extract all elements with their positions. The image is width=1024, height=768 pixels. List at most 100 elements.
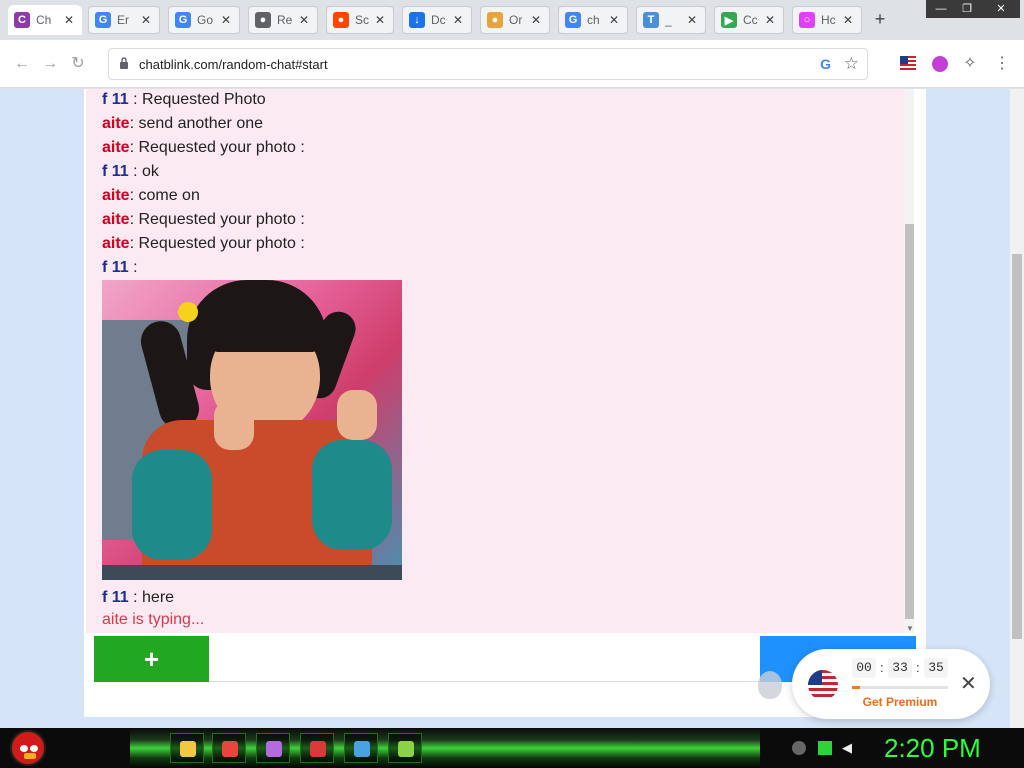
message-sender: f 11 — [102, 259, 129, 276]
shared-photo[interactable] — [102, 280, 402, 580]
media-player-icon — [310, 741, 326, 757]
tab-title: Sc — [355, 13, 370, 27]
browser-tab[interactable]: C Ch ✕ — [8, 5, 82, 35]
google-lens-icon[interactable]: G — [820, 56, 831, 72]
globe-icon: ● — [255, 12, 271, 28]
us-flag-icon — [808, 670, 838, 700]
tray-arrow-icon[interactable] — [792, 741, 806, 755]
chat-scrollbar[interactable]: ▼ — [904, 89, 914, 633]
close-timer-icon[interactable]: ✕ — [960, 671, 977, 696]
timer-minutes: 33 — [888, 658, 912, 678]
timer-seconds: 35 — [924, 658, 948, 678]
close-tab-icon[interactable]: ✕ — [297, 13, 311, 27]
message-text: Requested your photo : — [138, 139, 305, 156]
extensions-puzzle-icon[interactable]: ✧ — [962, 56, 978, 72]
close-window-button[interactable]: ✕ — [982, 0, 1020, 18]
maximize-button[interactable]: ❐ — [952, 0, 982, 18]
taskbar-app-button[interactable] — [344, 733, 378, 763]
close-tab-icon[interactable]: ✕ — [62, 13, 76, 27]
browser-tab[interactable]: G Go ✕ — [168, 6, 240, 34]
page-scrollbar-thumb[interactable] — [1012, 254, 1022, 639]
chat-message: aite: send another one — [102, 113, 263, 135]
address-bar[interactable]: chatblink.com/random-chat#start G ☆ — [108, 48, 868, 80]
close-tab-icon[interactable]: ✕ — [139, 13, 153, 27]
message-text: here — [142, 589, 175, 606]
taskbar-app-button[interactable] — [388, 733, 422, 763]
add-media-button[interactable]: + — [94, 636, 209, 682]
google-icon: G — [95, 12, 111, 28]
browser-tab[interactable]: ● Re ✕ — [248, 6, 318, 34]
chat-message: aite: Requested your photo : — [102, 233, 305, 255]
taskbar-app-button[interactable] — [170, 733, 204, 763]
close-tab-icon[interactable]: ✕ — [529, 13, 543, 27]
message-text: ok — [142, 163, 159, 180]
chat-message: aite: Requested your photo : — [102, 209, 305, 231]
us-flag-extension-icon[interactable] — [900, 56, 916, 72]
chat-message: f 11 : Requested Photo — [102, 89, 266, 111]
chat-message: aite: come on — [102, 185, 200, 207]
chat-message: f 11 : — [102, 257, 138, 279]
reload-button[interactable]: ↻ — [68, 54, 88, 74]
tray-battery-icon[interactable] — [818, 741, 832, 755]
start-button[interactable] — [10, 730, 46, 766]
close-tab-icon[interactable]: ✕ — [219, 13, 233, 27]
browser-tab[interactable]: G Er ✕ — [88, 6, 160, 34]
message-text: send another one — [138, 115, 264, 132]
browser-tab[interactable]: T _ ✕ — [636, 6, 706, 34]
chat-container: f 11 : Requested Photo aite: send another… — [84, 89, 926, 717]
forward-button[interactable]: → — [40, 54, 60, 74]
hot-flame-icon[interactable] — [758, 671, 782, 699]
new-tab-button[interactable]: + — [870, 9, 890, 29]
message-separator: : — [128, 589, 143, 606]
taskbar-clock[interactable]: 2:20 PM — [884, 733, 981, 764]
get-premium-link[interactable]: Get Premium — [852, 695, 948, 709]
scroll-down-arrow-icon[interactable]: ▼ — [906, 624, 914, 633]
back-button[interactable]: ← — [12, 54, 32, 74]
chrome-icon: ● — [487, 12, 503, 28]
tor-browser-icon — [266, 741, 282, 757]
message-sender: f 11 — [102, 589, 129, 606]
browser-tab[interactable]: Gch ✕ — [558, 6, 628, 34]
translate-icon: T — [643, 12, 659, 28]
chat-scrollbar-thumb[interactable] — [905, 224, 914, 619]
url-text: chatblink.com/random-chat#start — [139, 57, 328, 72]
folder-sync-icon — [398, 741, 414, 757]
chat-message: aite: Requested your photo : — [102, 137, 305, 159]
tab-title: Or — [509, 13, 523, 27]
browser-tab[interactable]: ○ Hc ✕ — [792, 6, 862, 34]
page-viewport: f 11 : Requested Photo aite: send another… — [0, 89, 1024, 729]
tab-title: Go — [197, 13, 213, 27]
chatblink-icon: C — [14, 12, 30, 28]
message-input[interactable] — [209, 636, 760, 682]
taskbar-app-button[interactable] — [212, 733, 246, 763]
close-tab-icon[interactable]: ✕ — [451, 13, 465, 27]
taskbar-app-button[interactable] — [300, 733, 334, 763]
close-tab-icon[interactable]: ✕ — [373, 13, 387, 27]
close-tab-icon[interactable]: ✕ — [607, 13, 621, 27]
bookmark-star-icon[interactable]: ☆ — [844, 54, 859, 74]
browser-menu-icon[interactable]: ⋮ — [994, 56, 1010, 72]
file-explorer-icon — [180, 741, 196, 757]
google-icon: G — [565, 12, 581, 28]
typing-indicator: aite is typing... — [102, 611, 205, 628]
screenshot-tool-icon — [354, 741, 370, 757]
browser-tab[interactable]: ● Or ✕ — [480, 6, 550, 34]
tab-title: Re — [277, 13, 293, 27]
browser-tab[interactable]: ● Sc ✕ — [326, 6, 394, 34]
message-text: come on — [138, 187, 200, 204]
tab-title: Hc — [821, 13, 836, 27]
close-tab-icon[interactable]: ✕ — [841, 13, 855, 27]
message-separator: : — [128, 163, 143, 180]
browser-tab[interactable]: ▶ Cc ✕ — [714, 6, 784, 34]
message-sender: aite — [102, 235, 130, 252]
taskbar-app-button[interactable] — [256, 733, 290, 763]
close-tab-icon[interactable]: ✕ — [685, 13, 699, 27]
message-sender: f 11 — [102, 91, 129, 108]
close-tab-icon[interactable]: ✕ — [763, 13, 777, 27]
profile-extension-icon[interactable] — [932, 56, 948, 72]
volume-icon[interactable]: ◀ — [842, 741, 856, 755]
play-store-icon: ▶ — [721, 12, 737, 28]
browser-tab[interactable]: ↓ Dc ✕ — [402, 6, 472, 34]
page-scrollbar[interactable] — [1010, 89, 1024, 729]
message-text: Requested Photo — [142, 91, 266, 108]
